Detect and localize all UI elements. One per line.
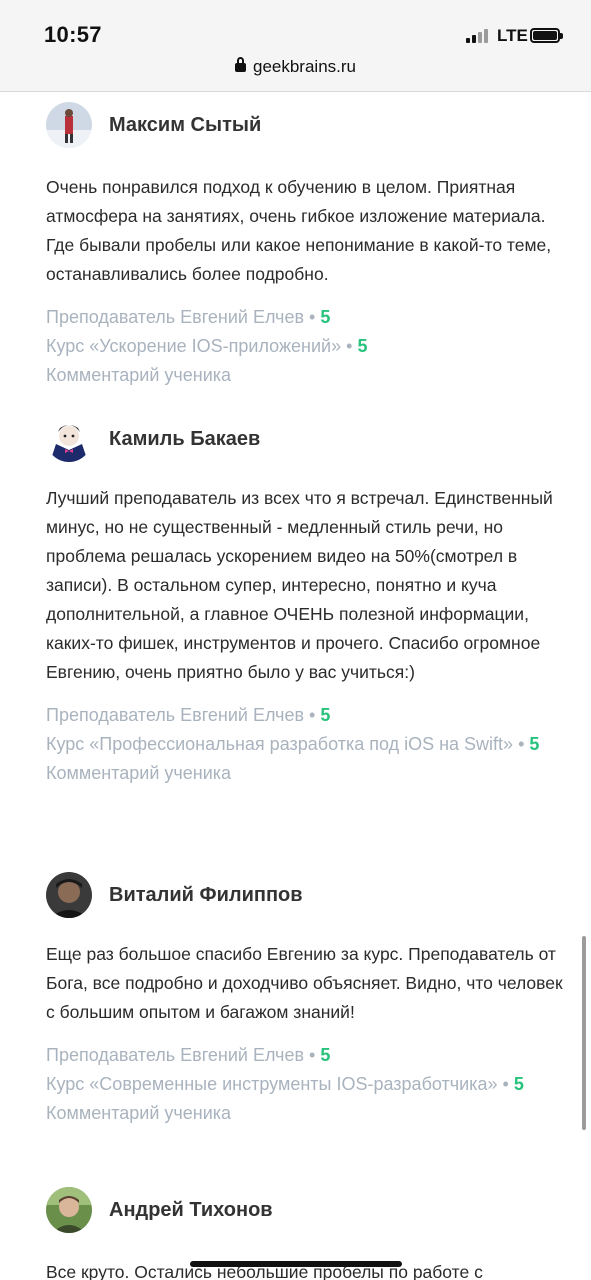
comment-label: Комментарий ученика <box>46 365 232 385</box>
course-rating: 5 <box>529 734 540 754</box>
browser-top-bar: 10:57 LTE geekbrains.ru <box>0 0 591 92</box>
comment-label: Комментарий ученика <box>46 763 232 783</box>
address-domain: geekbrains.ru <box>252 57 356 76</box>
avatar[interactable] <box>46 102 92 148</box>
teacher-label: Преподаватель Евгений Елчев <box>46 705 305 725</box>
teacher-line: Преподаватель Евгений Елчев • 5 <box>46 705 331 725</box>
teacher-label: Преподаватель Евгений Елчев <box>46 1045 305 1065</box>
lock-icon <box>234 57 246 72</box>
course-label: Курс «Ускорение IOS-приложений» <box>46 336 342 356</box>
teacher-line: Преподаватель Евгений Елчев • 5 <box>46 307 331 327</box>
network-type: LTE <box>497 26 528 45</box>
teacher-rating: 5 <box>320 307 331 327</box>
course-line: Курс «Профессиональная разработка под iO… <box>46 734 540 754</box>
address-bar[interactable]: geekbrains.ru <box>0 57 591 77</box>
course-line: Курс «Современные инструменты IOS-разраб… <box>46 1074 524 1094</box>
teacher-rating: 5 <box>320 1045 331 1065</box>
reviewer-name: Андрей Тихонов <box>109 1199 273 1221</box>
reviewer-name: Максим Сытый <box>109 114 262 136</box>
course-label: Курс «Современные инструменты IOS-разраб… <box>46 1074 498 1094</box>
course-rating: 5 <box>513 1074 524 1094</box>
avatar[interactable] <box>46 416 92 462</box>
review-text: Еще раз большое спасибо Евгению за курс.… <box>46 944 563 1022</box>
review-text: Лучший преподаватель из всех что я встре… <box>46 488 553 682</box>
status-time: 10:57 <box>44 22 102 47</box>
review-card: Максим Сытый Очень понравился подход к о… <box>46 102 571 390</box>
teacher-line: Преподаватель Евгений Елчев • 5 <box>46 1045 331 1065</box>
reviewer-name: Камиль Бакаев <box>109 428 261 450</box>
teacher-rating: 5 <box>320 705 331 725</box>
review-text: Очень понравился подход к обучению в цел… <box>46 177 552 284</box>
course-rating: 5 <box>357 336 368 356</box>
course-label: Курс «Профессиональная разработка под iO… <box>46 734 514 754</box>
scrollbar[interactable] <box>582 936 586 1130</box>
avatar[interactable] <box>46 1187 92 1233</box>
battery-icon <box>530 28 563 43</box>
teacher-label: Преподаватель Евгений Елчев <box>46 307 305 327</box>
review-card: Камиль Бакаев Лучший преподаватель из вс… <box>46 416 571 788</box>
comment-label: Комментарий ученика <box>46 1103 232 1123</box>
review-card: Виталий Филиппов Еще раз большое спасибо… <box>46 872 571 1128</box>
course-line: Курс «Ускорение IOS-приложений» • 5 <box>46 336 368 356</box>
avatar[interactable] <box>46 872 92 918</box>
reviewer-name: Виталий Филиппов <box>109 884 303 906</box>
cellular-signal-icon <box>466 29 492 43</box>
home-indicator[interactable] <box>190 1261 402 1267</box>
